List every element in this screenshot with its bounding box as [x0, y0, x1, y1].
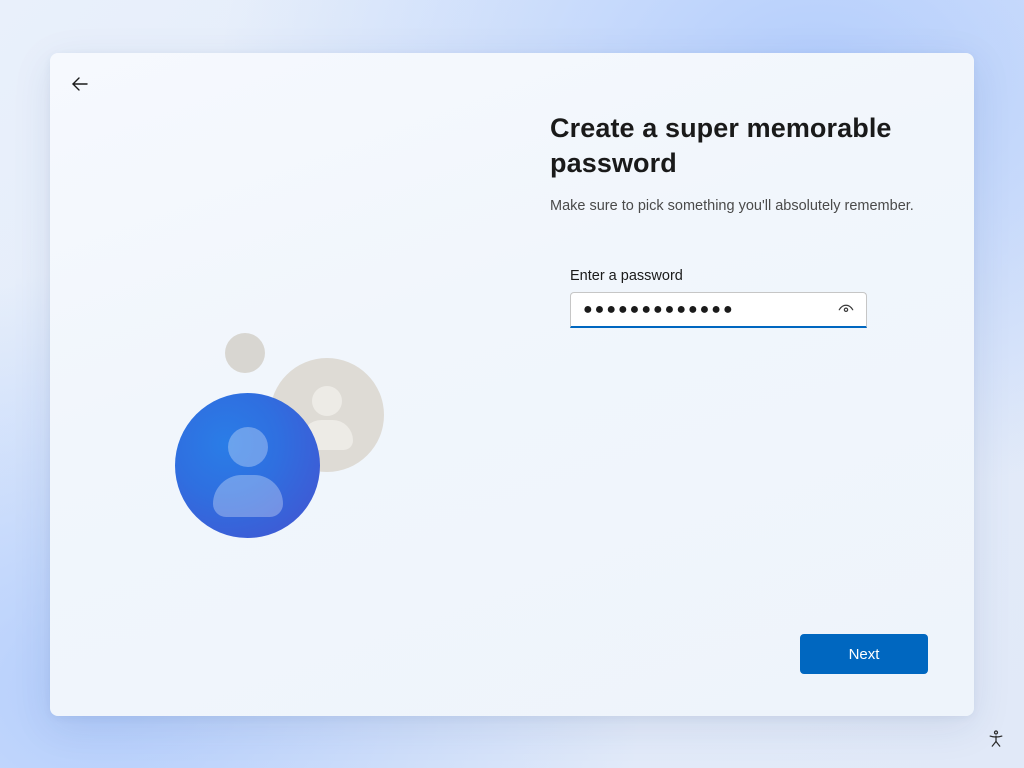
user-illustration: [145, 303, 445, 573]
decoration-dot: [225, 333, 265, 373]
password-input[interactable]: [570, 292, 867, 328]
password-field-label: Enter a password: [570, 268, 867, 284]
password-field-group: Enter a password: [570, 268, 867, 328]
accessibility-icon: [986, 729, 1006, 752]
accessibility-button[interactable]: [978, 722, 1014, 758]
content-area: Create a super memorable password Make s…: [550, 111, 930, 328]
back-arrow-icon: [70, 74, 90, 97]
page-subtitle: Make sure to pick something you'll absol…: [550, 196, 930, 216]
page-title: Create a super memorable password: [550, 111, 930, 180]
setup-card: Create a super memorable password Make s…: [50, 53, 974, 716]
password-input-wrap: [570, 292, 867, 328]
person-silhouette-blue-icon: [175, 393, 320, 538]
reveal-password-button[interactable]: [829, 292, 863, 328]
eye-icon: [837, 300, 855, 321]
back-button[interactable]: [62, 67, 98, 103]
next-button[interactable]: Next: [800, 634, 928, 674]
